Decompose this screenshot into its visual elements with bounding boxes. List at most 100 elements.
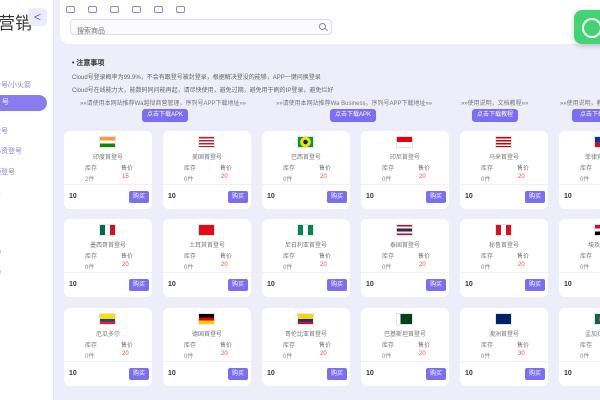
quantity-input[interactable]: 10	[168, 193, 176, 200]
flag-philippines-icon	[594, 136, 600, 148]
grid-icon[interactable]	[132, 6, 141, 13]
search-box	[70, 19, 332, 39]
flag-colombia-icon	[297, 313, 314, 325]
product-name: 尼日利亚首登号	[284, 243, 327, 249]
buy-button[interactable]: 购买	[327, 279, 347, 291]
download-business-apk-button[interactable]: 点击下载APK	[330, 109, 376, 122]
buy-button[interactable]: 购买	[129, 191, 149, 203]
product-name: 哥伦比亚首登号	[284, 332, 327, 338]
quantity-input[interactable]: 10	[168, 281, 176, 288]
price-label: 售价	[121, 343, 134, 349]
product-card: 巴基斯坦首登号 库存 售价 0件 20 10 购买	[361, 308, 449, 386]
stock-value: 0件	[184, 354, 194, 360]
quantity-input[interactable]: 10	[69, 370, 77, 377]
buy-button[interactable]: 购买	[426, 368, 446, 380]
product-name: 印度首登号	[92, 155, 123, 161]
sidebar-item-code-login[interactable]: 码资登号	[0, 146, 22, 156]
price-label: 售价	[517, 254, 530, 260]
window-icon[interactable]	[88, 6, 97, 13]
price-label: 售价	[220, 343, 233, 349]
price-value: 20	[419, 174, 426, 180]
buy-button[interactable]: 购买	[327, 368, 347, 380]
sidebar-item-code-b[interactable]: 码	[0, 266, 1, 276]
product-name: 孟加拉首登号	[584, 332, 600, 338]
quantity-input[interactable]: 10	[366, 281, 374, 288]
sidebar-item-freq-login[interactable]: 频登号	[0, 167, 15, 177]
product-name: 马来首登号	[488, 155, 519, 161]
price-value: 20	[320, 262, 327, 268]
price-value: 20	[518, 262, 525, 268]
buy-button[interactable]: 购买	[228, 191, 248, 203]
promo-text-business: »»请使用本网站推荐Wa Business，序列号APP下载地址»»	[276, 101, 433, 107]
buy-button[interactable]: 购买	[129, 368, 149, 380]
card-divider	[64, 361, 152, 362]
stock-value: 0件	[382, 177, 392, 183]
download-apk-button[interactable]: 点击下载APK	[142, 109, 188, 122]
sidebar-item-number[interactable]: 号	[0, 190, 1, 200]
price-label: 售价	[220, 166, 233, 172]
notice-line: Cloud号登录概率为99.9%，不会有跟登号被封登录，根据解决登没的能够，AP…	[72, 75, 321, 81]
download-button[interactable]: 点击下载	[572, 109, 600, 122]
whatsapp-icon[interactable]	[574, 10, 600, 44]
price-label: 售价	[517, 343, 530, 349]
quantity-input[interactable]: 10	[267, 281, 275, 288]
card-divider	[460, 184, 548, 185]
product-name: 土耳其首登号	[188, 243, 225, 249]
search-input[interactable]	[71, 24, 311, 39]
price-value: 30	[518, 351, 525, 357]
buy-button[interactable]: 购买	[426, 279, 446, 291]
buy-button[interactable]: 购买	[426, 191, 446, 203]
quantity-input[interactable]: 10	[465, 370, 473, 377]
quantity-input[interactable]: 10	[69, 281, 77, 288]
price-value: 15	[122, 174, 129, 180]
buy-button[interactable]: 购买	[525, 191, 545, 203]
flag-malaysia-icon	[495, 136, 512, 148]
settings-icon[interactable]	[176, 6, 185, 13]
quantity-input[interactable]: 10	[267, 370, 275, 377]
buy-button[interactable]: 购买	[129, 279, 149, 291]
quantity-input[interactable]: 10	[564, 193, 572, 200]
buy-button[interactable]: 购买	[525, 279, 545, 291]
home-icon[interactable]	[66, 6, 75, 13]
stock-value: 0件	[382, 354, 392, 360]
buy-button[interactable]: 购买	[228, 279, 248, 291]
quantity-input[interactable]: 10	[465, 281, 473, 288]
sidebar-item-code-a[interactable]: 码	[0, 246, 1, 256]
stock-label: 库存	[580, 254, 593, 260]
buy-button[interactable]: 购买	[228, 368, 248, 380]
sidebar-item-active[interactable]: 号	[0, 95, 47, 111]
stock-label: 库存	[382, 166, 395, 172]
sidebar-item-rocket[interactable]: 台号/小火箭	[0, 80, 31, 90]
stock-label: 库存	[481, 254, 494, 260]
product-name: 厄瓜多尔	[95, 332, 120, 338]
notice-panel: • 注意事项 Cloud号登录概率为99.9%，不会有跟登号被封登录，根据解决登…	[68, 58, 600, 124]
price-label: 售价	[418, 254, 431, 260]
quantity-input[interactable]: 10	[564, 370, 572, 377]
card-divider	[559, 184, 600, 185]
quantity-input[interactable]: 10	[168, 370, 176, 377]
product-card: 墨西哥首登号 库存 售价 0件 20 10 购买	[64, 219, 152, 297]
sidebar-item-login[interactable]: 登号	[0, 126, 8, 136]
buy-button[interactable]: 购买	[525, 368, 545, 380]
flag-mexico-icon	[99, 224, 116, 236]
stock-label: 库存	[184, 254, 197, 260]
product-card: 秘鲁首登号 库存 售价 0件 20 10 购买	[460, 219, 548, 297]
page-icon[interactable]	[154, 6, 163, 13]
search-icon[interactable]	[319, 23, 326, 30]
quantity-input[interactable]: 10	[366, 370, 374, 377]
stock-label: 库存	[382, 343, 395, 349]
product-card: 泰国首登号 库存 售价 0件 20 10 购买	[361, 219, 449, 297]
cart-icon[interactable]	[110, 6, 119, 13]
download-tutorial-button[interactable]: 点击下载教程	[472, 109, 518, 122]
collapse-sidebar-button[interactable]: <	[28, 8, 47, 26]
quantity-input[interactable]: 10	[366, 193, 374, 200]
stock-label: 库存	[85, 166, 98, 172]
quantity-input[interactable]: 10	[69, 193, 77, 200]
card-divider	[361, 272, 449, 273]
quantity-input[interactable]: 10	[465, 193, 473, 200]
sidebar: 营销 < 台号/小火箭 号 登号 码资登号 频登号 号 码 码	[0, 0, 54, 400]
quantity-input[interactable]: 10	[267, 193, 275, 200]
buy-button[interactable]: 购买	[327, 191, 347, 203]
card-divider	[262, 184, 350, 185]
quantity-input[interactable]: 10	[564, 281, 572, 288]
